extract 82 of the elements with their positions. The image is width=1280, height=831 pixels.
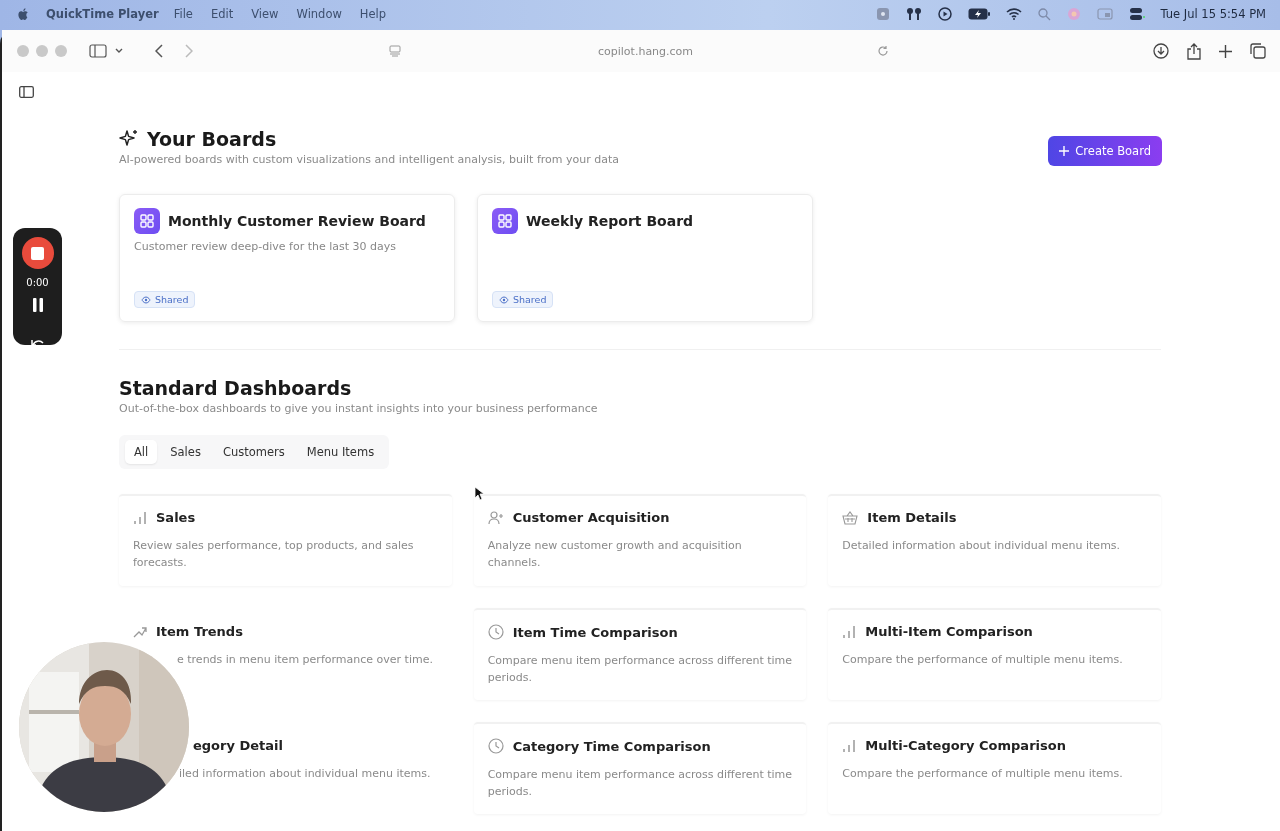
grid-icon xyxy=(492,208,518,234)
dashboard-card[interactable]: Multi-Category Comparison Compare the performance of multiple menu items. xyxy=(828,722,1161,814)
clock-icon xyxy=(487,624,504,640)
stop-button[interactable] xyxy=(21,237,54,269)
create-board-button[interactable]: Create Board xyxy=(1048,136,1162,166)
dashboard-card[interactable]: Item Details Detailed information about individual menu items. xyxy=(828,494,1161,586)
board-card[interactable]: Weekly Report Board Shared xyxy=(477,194,813,322)
trend-arrow-icon xyxy=(133,625,147,638)
card-title: Sales xyxy=(156,510,196,525)
plus-icon xyxy=(1059,146,1070,156)
colorful-circle-icon[interactable] xyxy=(1066,7,1081,21)
menu-item[interactable]: Help xyxy=(359,7,387,21)
bar-chart-icon xyxy=(842,738,857,753)
shared-badge: Shared xyxy=(492,291,554,308)
card-description: Compare menu item performance across different time periods. xyxy=(487,653,793,686)
chevron-down-icon[interactable] xyxy=(115,48,123,54)
wifi-icon[interactable] xyxy=(1005,8,1022,20)
apple-icon[interactable] xyxy=(17,6,30,22)
card-description: e trends in menu item performance over time. xyxy=(176,652,434,668)
card-description: Detailed information about individual menu items. xyxy=(842,538,1122,554)
user-plus-icon xyxy=(487,510,504,525)
share-icon[interactable] xyxy=(1187,42,1201,60)
card-description: Compare menu item performance across different time periods. xyxy=(487,767,793,800)
address-text[interactable]: copilot.hang.com xyxy=(598,44,694,58)
bar-chart-icon xyxy=(133,510,147,525)
card-title: Item Details xyxy=(867,510,957,525)
filter-tab[interactable]: Menu Items xyxy=(297,440,384,464)
card-description: Compare the performance of multiple menu items. xyxy=(842,766,1124,782)
reload-icon[interactable] xyxy=(877,45,889,57)
basket-icon xyxy=(842,510,859,525)
pause-icon[interactable] xyxy=(31,298,44,312)
recording-time: 0:00 xyxy=(26,277,49,288)
filter-tab[interactable]: Sales xyxy=(161,440,210,464)
card-title: Item Trends xyxy=(156,624,243,639)
sidebar-icon[interactable] xyxy=(89,44,107,58)
board-title: Monthly Customer Review Board xyxy=(168,213,426,229)
card-description: Analyze new customer growth and acquisition channels. xyxy=(487,538,743,571)
menu-item[interactable]: View xyxy=(251,7,279,21)
card-description: Compare the performance of multiple menu items. xyxy=(842,652,1124,668)
dashboard-card[interactable]: Sales Review sales performance, top products, and sales forecasts. xyxy=(119,494,452,586)
board-card[interactable]: Monthly Customer Review Board Customer review deep-dive for the last 30 days Shared xyxy=(119,194,455,322)
mouse-cursor xyxy=(474,486,484,501)
dashboard-card[interactable]: Item Time Comparison Compare menu item performance across different time periods. xyxy=(473,608,807,700)
board-title: Weekly Report Board xyxy=(526,213,694,229)
card-title: Customer Acquisition xyxy=(512,510,670,525)
menu-item[interactable]: Edit xyxy=(210,7,234,21)
filter-tab[interactable]: All xyxy=(125,440,158,464)
bar-chart-icon xyxy=(842,624,857,639)
card-title: Multi-Item Comparison xyxy=(865,624,1033,639)
shared-badge: Shared xyxy=(134,291,196,308)
back-icon[interactable] xyxy=(155,44,163,58)
download-icon[interactable] xyxy=(1153,43,1169,59)
section-title: Standard Dashboards xyxy=(119,377,353,399)
undo-icon[interactable] xyxy=(30,339,45,345)
section-title: Your Boards xyxy=(147,128,277,150)
dashboard-card[interactable]: Category Time Comparison Compare menu item performance across different time periods. xyxy=(473,722,807,814)
card-title: Multi-Category Comparison xyxy=(865,738,1066,753)
earbuds-icon[interactable] xyxy=(905,7,922,21)
sidebar-toggle-icon[interactable] xyxy=(19,86,34,98)
plus-icon[interactable] xyxy=(1219,44,1232,58)
section-subtitle: Out-of-the-box dashboards to give you instant insights into your business performance xyxy=(119,402,599,415)
card-description: iled information about individual menu items. xyxy=(178,766,432,782)
dashboard-card[interactable]: Multi-Item Comparison Compare the performance of multiple menu items. xyxy=(828,608,1161,700)
battery-icon[interactable] xyxy=(967,8,990,20)
app-menu[interactable]: QuickTime Player xyxy=(46,7,159,21)
tabs-icon[interactable] xyxy=(1250,43,1266,59)
sparkle-icon xyxy=(119,129,139,149)
clock-icon xyxy=(487,738,504,754)
card-title: egory Detail xyxy=(193,738,283,753)
grid-icon xyxy=(134,208,160,234)
toggles-icon[interactable] xyxy=(1128,7,1145,21)
menu-item[interactable]: File xyxy=(173,7,193,21)
dashboard-card[interactable]: Customer Acquisition Analyze new customer growth and acquisition channels. xyxy=(473,494,807,586)
card-title: Category Time Comparison xyxy=(512,738,711,754)
board-description: Customer review deep-dive for the last 30 days xyxy=(134,240,397,253)
filter-tab[interactable]: Customers xyxy=(213,440,294,464)
menu-item[interactable]: Window xyxy=(296,7,342,21)
clock-text: Tue Jul 15 5:54 PM xyxy=(1160,7,1266,21)
card-description: Review sales performance, top products, and sales forecasts. xyxy=(133,538,415,571)
card-title: Item Time Comparison xyxy=(512,624,678,640)
section-subtitle: AI-powered boards with custom visualizations and intelligent analysis, built from your data xyxy=(119,153,620,166)
play-icon[interactable] xyxy=(937,7,952,21)
